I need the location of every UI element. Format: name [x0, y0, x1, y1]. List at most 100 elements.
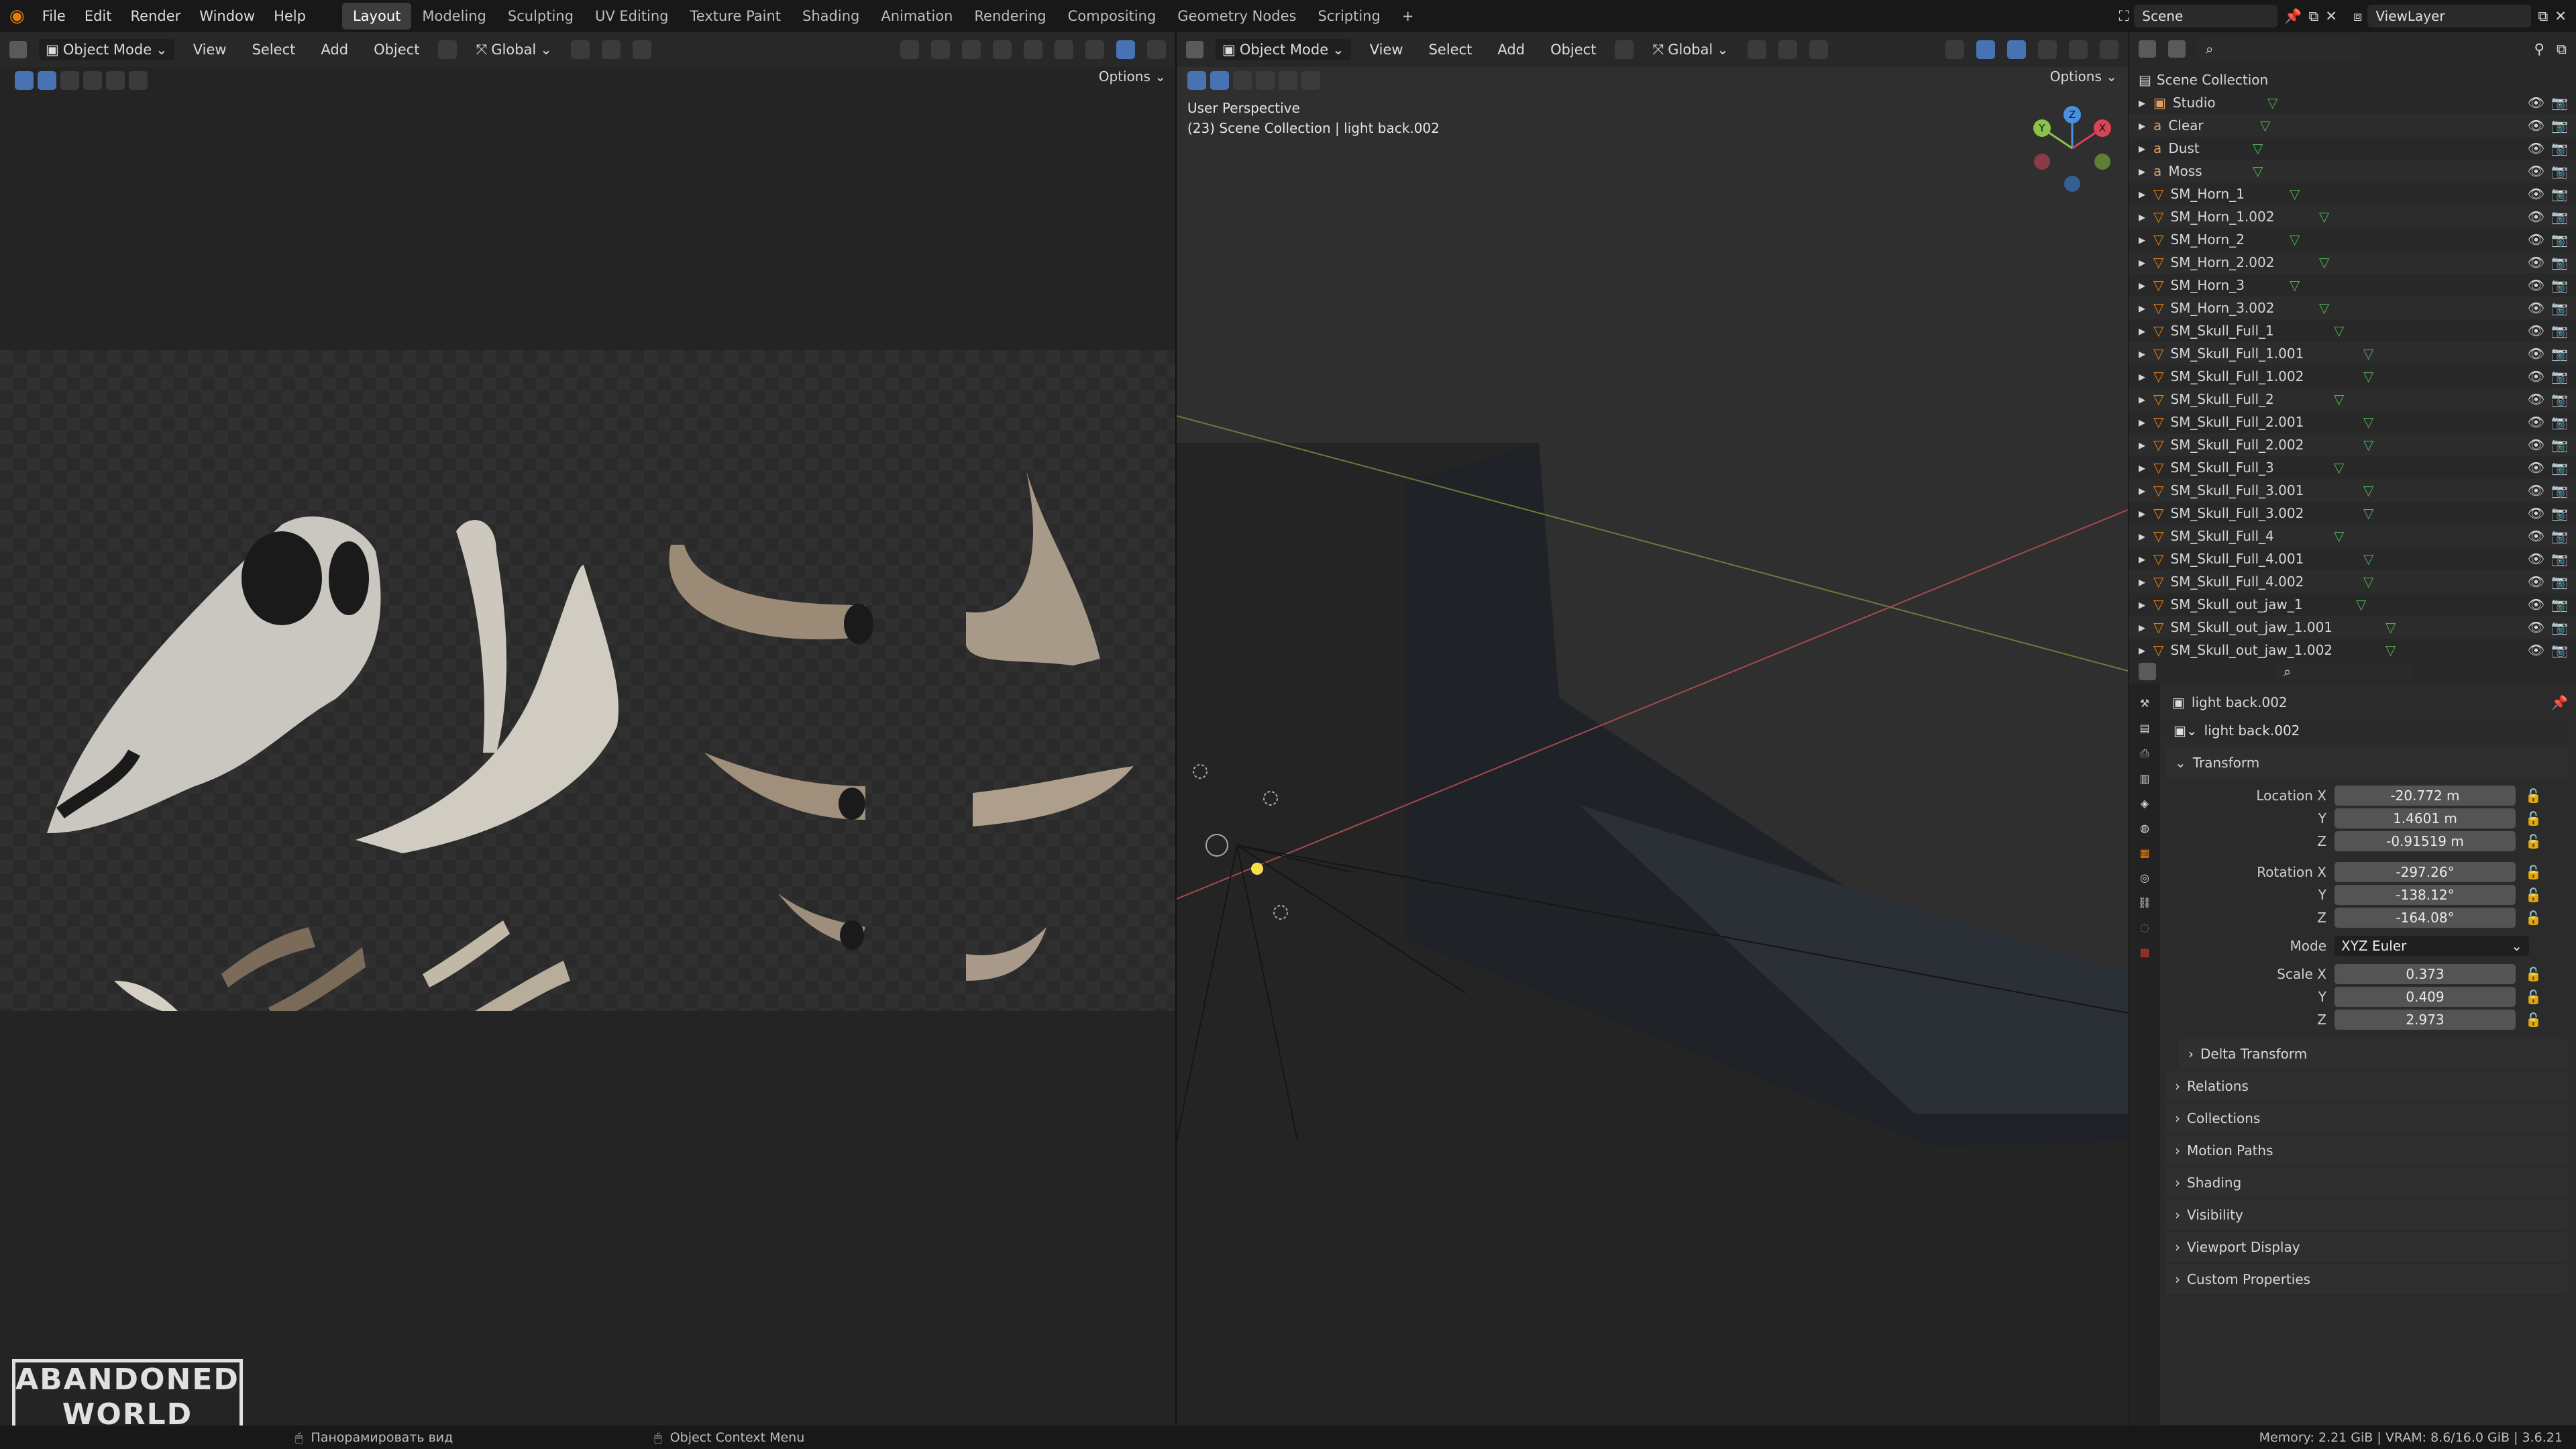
render-camera-icon[interactable]: 📷 — [2551, 596, 2568, 612]
left-menu-add[interactable]: Add — [314, 39, 355, 60]
new-scene-icon[interactable]: ⧉ — [2308, 8, 2318, 25]
right-xray-icon[interactable] — [2038, 40, 2057, 59]
right-mode-dropdown[interactable]: ▣ Object Mode ⌄ — [1216, 39, 1351, 60]
object-tab-icon[interactable]: ▦ — [2139, 847, 2149, 859]
property-panel-collections[interactable]: › Collections — [2165, 1104, 2568, 1133]
left-pause-icon[interactable] — [1147, 40, 1166, 59]
mesh-data-icon[interactable]: ▽ — [2363, 505, 2373, 521]
visibility-eye-icon[interactable]: 👁 — [2528, 414, 2544, 430]
workspace-tab-sculpting[interactable]: Sculpting — [497, 3, 584, 30]
render-camera-icon[interactable]: 📷 — [2551, 414, 2568, 430]
right-snap-icon[interactable] — [1615, 40, 1634, 59]
rotation-z-field[interactable]: -164.08° — [2334, 908, 2516, 928]
select-mode-subtract-icon[interactable] — [83, 71, 102, 90]
right-pivot-icon[interactable] — [1747, 40, 1766, 59]
left-material-shading-icon[interactable] — [1085, 40, 1104, 59]
mesh-data-icon[interactable]: ▽ — [2319, 300, 2329, 316]
outliner-editor-type-icon[interactable] — [2139, 40, 2156, 58]
location-z-field[interactable]: -0.91519 m — [2334, 831, 2516, 851]
outliner-item[interactable]: ▸ ▽ SM_Skull_out_jaw_1.002 ▽ 👁 📷 — [2129, 639, 2576, 661]
render-camera-icon[interactable]: 📷 — [2551, 323, 2568, 339]
lock-icon[interactable]: 🔓 — [2525, 864, 2542, 880]
scale-y-field[interactable]: 0.409 — [2334, 987, 2516, 1007]
select-mode-subtract-icon[interactable] — [1256, 71, 1275, 90]
outliner-item[interactable]: ▸ a Moss ▽ 👁 📷 — [2129, 160, 2576, 182]
expand-arrow-icon[interactable]: ▸ — [2139, 140, 2145, 156]
mesh-data-icon[interactable]: ▽ — [2363, 368, 2373, 384]
outliner-search-input[interactable]: ⌕ — [2198, 38, 2361, 60]
visibility-eye-icon[interactable]: 👁 — [2528, 254, 2544, 270]
expand-arrow-icon[interactable]: ▸ — [2139, 368, 2145, 384]
property-panel-shading[interactable]: › Shading — [2165, 1168, 2568, 1197]
expand-arrow-icon[interactable]: ▸ — [2139, 482, 2145, 498]
right-viewport[interactable]: Options ⌄ User Perspective (23) Scene Co… — [1177, 67, 2128, 1426]
render-camera-icon[interactable]: 📷 — [2551, 437, 2568, 453]
workspace-tab-animation[interactable]: Animation — [870, 3, 963, 30]
left-options-dropdown[interactable]: Options ⌄ — [1099, 68, 1166, 85]
select-box-tool-icon[interactable] — [1187, 71, 1206, 90]
left-wireframe-shading-icon[interactable] — [1024, 40, 1042, 59]
workspace-tab-modeling[interactable]: Modeling — [411, 3, 497, 30]
expand-arrow-icon[interactable]: ▸ — [2139, 231, 2145, 248]
expand-arrow-icon[interactable]: ▸ — [2139, 619, 2145, 635]
transform-panel-header[interactable]: ⌄ Transform — [2165, 748, 2568, 777]
left-snap-icon[interactable] — [438, 40, 458, 59]
lock-icon[interactable]: 🔓 — [2525, 910, 2542, 926]
select-mode-invert-icon[interactable] — [106, 71, 125, 90]
outliner-item[interactable]: ▸ a Dust ▽ 👁 📷 — [2129, 137, 2576, 160]
right-proportional-icon[interactable] — [1809, 40, 1828, 59]
select-mode-intersect-icon[interactable] — [129, 71, 148, 90]
outliner-item[interactable]: ▸ a Clear ▽ 👁 📷 — [2129, 114, 2576, 137]
data-tab-icon[interactable]: ◌ — [2140, 921, 2149, 934]
expand-arrow-icon[interactable]: ▸ — [2139, 596, 2145, 612]
tool-tab-icon[interactable]: ⚒ — [2140, 697, 2149, 710]
visibility-eye-icon[interactable]: 👁 — [2528, 574, 2544, 590]
left-mode-dropdown[interactable]: ▣ Object Mode ⌄ — [39, 39, 174, 60]
right-menu-add[interactable]: Add — [1491, 39, 1532, 60]
outliner-item[interactable]: ▸ ▽ SM_Horn_3 ▽ 👁 📷 — [2129, 274, 2576, 297]
rotation-x-field[interactable]: -297.26° — [2334, 862, 2516, 882]
render-camera-icon[interactable]: 📷 — [2551, 231, 2568, 248]
render-camera-icon[interactable]: 📷 — [2551, 95, 2568, 111]
visibility-eye-icon[interactable]: 👁 — [2528, 437, 2544, 453]
outliner-item[interactable]: ▸ ▽ SM_Skull_Full_3 ▽ 👁 📷 — [2129, 456, 2576, 479]
render-camera-icon[interactable]: 📷 — [2551, 482, 2568, 498]
location-y-field[interactable]: 1.4601 m — [2334, 808, 2516, 828]
view-layer-tab-icon[interactable]: ▥ — [2139, 772, 2149, 785]
expand-arrow-icon[interactable]: ▸ — [2139, 391, 2145, 407]
outliner-item[interactable]: ▸ ▽ SM_Horn_1 ▽ 👁 📷 — [2129, 182, 2576, 205]
render-camera-icon[interactable]: 📷 — [2551, 619, 2568, 635]
mesh-data-icon[interactable]: ▽ — [2253, 163, 2263, 179]
rotation-y-field[interactable]: -138.12° — [2334, 885, 2516, 905]
mesh-data-icon[interactable]: ▽ — [2363, 482, 2373, 498]
add-workspace-button[interactable]: + — [1391, 3, 1425, 30]
mesh-data-icon[interactable]: ▽ — [2267, 95, 2277, 111]
visibility-eye-icon[interactable]: 👁 — [2528, 117, 2544, 133]
visibility-eye-icon[interactable]: 👁 — [2528, 391, 2544, 407]
workspace-tab-compositing[interactable]: Compositing — [1057, 3, 1167, 30]
select-mode-invert-icon[interactable] — [1279, 71, 1297, 90]
modifier-tab-icon[interactable]: ◎ — [2140, 871, 2149, 884]
property-panel-visibility[interactable]: › Visibility — [2165, 1200, 2568, 1230]
render-camera-icon[interactable]: 📷 — [2551, 186, 2568, 202]
lock-icon[interactable]: 🔓 — [2525, 1012, 2542, 1028]
outliner-item[interactable]: ▸ ▽ SM_Skull_Full_3.001 ▽ 👁 📷 — [2129, 479, 2576, 502]
outliner-item[interactable]: ▸ ▽ SM_Skull_Full_2.001 ▽ 👁 📷 — [2129, 411, 2576, 433]
mesh-data-icon[interactable]: ▽ — [2385, 642, 2396, 658]
render-camera-icon[interactable]: 📷 — [2551, 254, 2568, 270]
render-camera-icon[interactable]: 📷 — [2551, 140, 2568, 156]
object-data-name-field[interactable]: ▣⌄ light back.002 — [2165, 720, 2568, 741]
left-pivot-icon[interactable] — [570, 40, 590, 59]
outliner-item[interactable]: ▸ ▽ SM_Horn_1.002 ▽ 👁 📷 — [2129, 205, 2576, 228]
visibility-eye-icon[interactable]: 👁 — [2528, 345, 2544, 362]
visibility-eye-icon[interactable]: 👁 — [2528, 209, 2544, 225]
mesh-data-icon[interactable]: ▽ — [2334, 391, 2344, 407]
blender-logo-icon[interactable]: ◉ — [9, 6, 25, 26]
outliner-item[interactable]: ▸ ▽ SM_Horn_3.002 ▽ 👁 📷 — [2129, 297, 2576, 319]
expand-arrow-icon[interactable]: ▸ — [2139, 460, 2145, 476]
left-proportional-icon[interactable] — [632, 40, 651, 59]
menu-file[interactable]: File — [33, 8, 75, 24]
property-panel-viewport-display[interactable]: › Viewport Display — [2165, 1232, 2568, 1262]
left-visibility-icon[interactable] — [900, 40, 919, 59]
outliner-item[interactable]: ▸ ▽ SM_Skull_Full_1.002 ▽ 👁 📷 — [2129, 365, 2576, 388]
